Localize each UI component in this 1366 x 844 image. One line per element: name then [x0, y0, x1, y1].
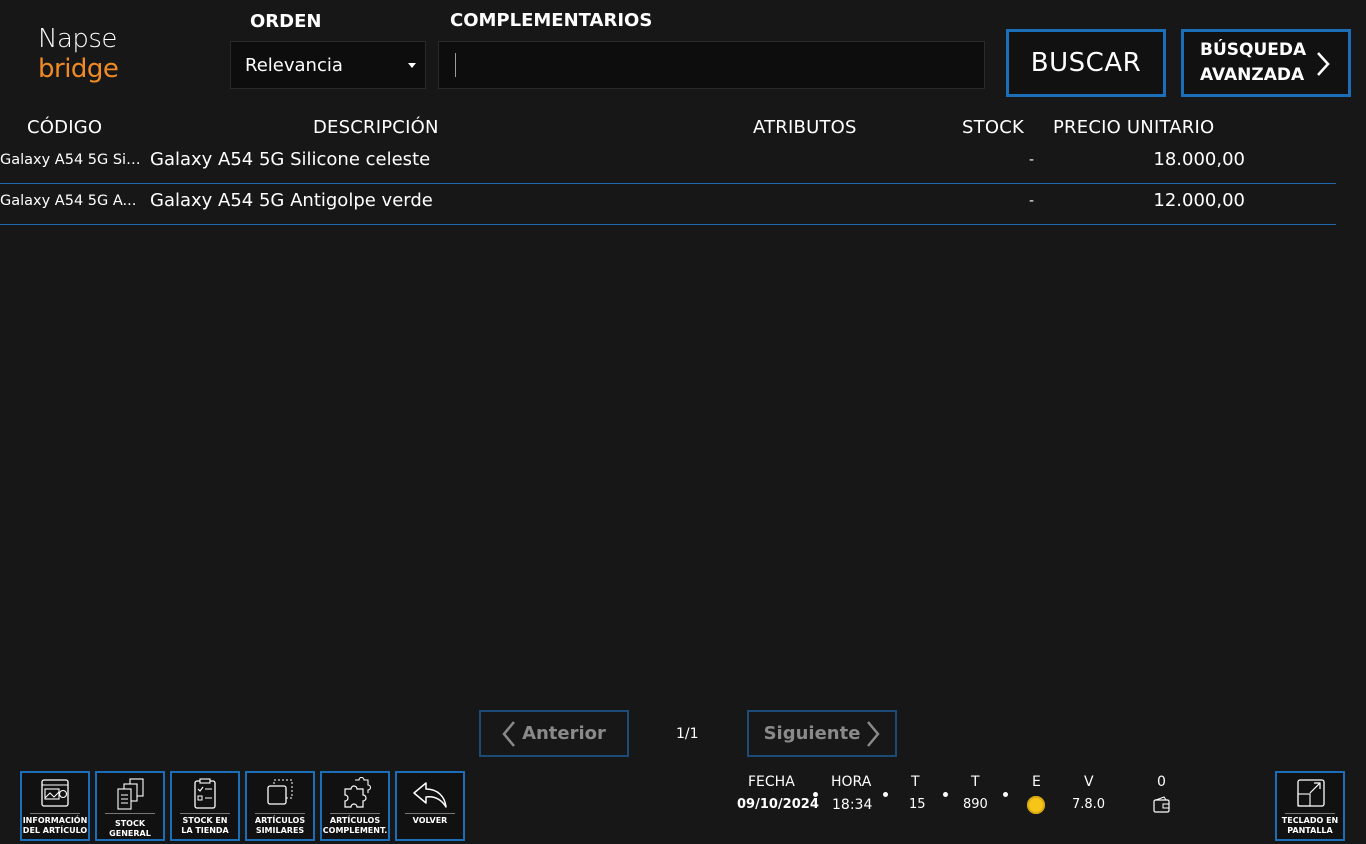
stock-general-icon: [117, 778, 144, 810]
e-label: E: [1032, 774, 1041, 790]
separator: [105, 813, 155, 814]
wallet-icon: [1153, 796, 1170, 813]
siguiente-label: Siguiente: [763, 723, 861, 744]
table-row[interactable]: Galaxy A54 5G Sil... Galaxy A54 5G Silic…: [0, 142, 1336, 184]
busqueda-avanzada-line-2: AVANZADA: [1200, 65, 1305, 85]
stock-tienda-button[interactable]: STOCK EN LA TIENDA: [170, 771, 240, 841]
logo-line-1: Napse: [38, 24, 117, 54]
anterior-button[interactable]: Anterior: [479, 710, 629, 757]
separator: [180, 813, 230, 814]
column-header-precio-unitario: PRECIO UNITARIO: [1053, 117, 1215, 138]
tool-label: TECLADO EN PANTALLA: [1281, 816, 1339, 835]
column-header-atributos: ATRIBUTOS: [753, 117, 857, 138]
tool-label: INFORMACIÓN DEL ARTÍCULO: [22, 816, 88, 835]
buscar-button[interactable]: BUSCAR: [1006, 29, 1166, 97]
caret-down-icon: [408, 63, 416, 68]
row-price: 18.000,00: [1153, 149, 1245, 170]
column-header-stock: STOCK: [962, 117, 1024, 138]
busqueda-avanzada-label: BÚSQUEDA AVANZADA: [1200, 38, 1306, 88]
complementarios-label: COMPLEMENTARIOS: [450, 10, 653, 31]
informacion-articulo-button[interactable]: INFORMACIÓN DEL ARTÍCULO: [20, 771, 90, 841]
logo-line-2: bridge: [38, 54, 119, 84]
row-price: 12.000,00: [1153, 190, 1245, 211]
complementarios-input[interactable]: [438, 41, 985, 89]
count-value: 0: [1157, 774, 1166, 790]
separator-dot: [883, 792, 888, 797]
column-header-descripcion: DESCRIPCIÓN: [313, 117, 439, 138]
row-description: Galaxy A54 5G Antigolpe verde: [150, 190, 433, 211]
row-code: Galaxy A54 5G A...: [0, 193, 137, 209]
separator-dot: [1003, 792, 1008, 797]
t2-value: 890: [963, 797, 988, 812]
orden-label: ORDEN: [250, 11, 322, 32]
volver-button[interactable]: VOLVER: [395, 771, 465, 841]
tool-label: STOCK EN LA TIENDA: [181, 816, 229, 835]
orden-select[interactable]: Relevancia: [230, 41, 426, 89]
v-label: V: [1084, 774, 1094, 790]
separator-dot: [943, 792, 948, 797]
separator: [30, 813, 80, 814]
tool-label: VOLVER: [412, 816, 448, 825]
back-arrow-icon: [413, 782, 447, 808]
status-coin-icon: [1027, 796, 1045, 814]
fecha-value: 09/10/2024: [737, 797, 819, 812]
store-stock-icon: [194, 778, 216, 809]
tool-label: STOCK GENERAL: [109, 819, 151, 838]
tool-label: ARTÍCULOS SIMILARES: [254, 816, 306, 835]
busqueda-avanzada-line-1: BÚSQUEDA: [1200, 40, 1307, 60]
napse-bridge-logo: Napse bridge: [38, 24, 138, 84]
row-stock: -: [1029, 152, 1035, 168]
t1-label: T: [911, 774, 920, 790]
anterior-label: Anterior: [522, 723, 606, 744]
t2-label: T: [971, 774, 980, 790]
column-header-codigo: CÓDIGO: [27, 117, 103, 138]
separator: [330, 813, 380, 814]
row-stock: -: [1029, 193, 1035, 209]
tool-label: ARTÍCULOS COMPLEMENT.: [322, 816, 388, 835]
hora-value: 18:34: [832, 797, 873, 813]
separator: [405, 813, 455, 814]
page-indicator: 1/1: [676, 726, 699, 742]
separator-dot: [813, 792, 818, 797]
articulos-complementarios-button[interactable]: ARTÍCULOS COMPLEMENT.: [320, 771, 390, 841]
similar-items-icon: [267, 779, 293, 805]
chevron-left-icon: [502, 720, 516, 747]
version-value: 7.8.0: [1072, 797, 1106, 812]
text-cursor: [455, 53, 456, 77]
buscar-button-label: BUSCAR: [1030, 48, 1142, 78]
fecha-label: FECHA: [748, 774, 795, 790]
chevron-right-icon: [1317, 52, 1330, 76]
row-code: Galaxy A54 5G Sil...: [0, 152, 142, 168]
article-info-icon: [41, 779, 69, 807]
expand-icon: [1297, 779, 1325, 807]
separator: [1285, 813, 1335, 814]
teclado-en-pantalla-button[interactable]: TECLADO EN PANTALLA: [1275, 771, 1345, 841]
chevron-right-icon: [867, 720, 881, 747]
puzzle-icon: [344, 777, 372, 808]
siguiente-button[interactable]: Siguiente: [747, 710, 897, 757]
busqueda-avanzada-button[interactable]: BÚSQUEDA AVANZADA: [1181, 29, 1351, 97]
orden-select-value: Relevancia: [245, 54, 343, 76]
separator: [255, 813, 305, 814]
stock-general-button[interactable]: STOCK GENERAL: [95, 771, 165, 841]
table-row[interactable]: Galaxy A54 5G A... Galaxy A54 5G Antigol…: [0, 183, 1336, 225]
articulos-similares-button[interactable]: ARTÍCULOS SIMILARES: [245, 771, 315, 841]
row-description: Galaxy A54 5G Silicone celeste: [150, 149, 431, 170]
hora-label: HORA: [831, 774, 872, 790]
t1-value: 15: [909, 797, 926, 812]
